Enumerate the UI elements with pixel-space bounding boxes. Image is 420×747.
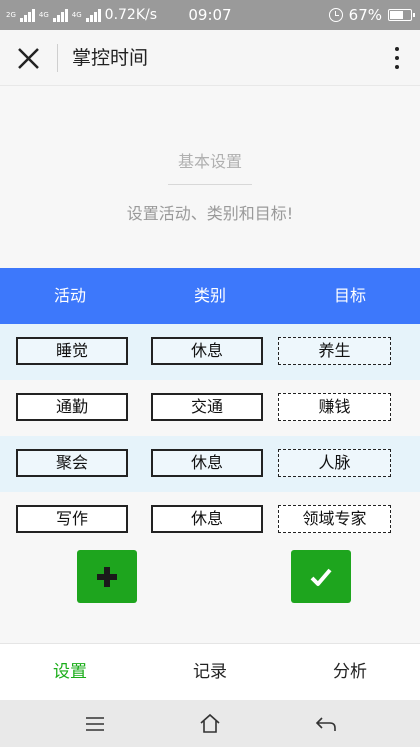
activity-field[interactable]: 通勤: [16, 393, 128, 421]
back-icon: [315, 717, 336, 731]
table-header: 活动 类别 目标: [0, 268, 420, 324]
close-icon: [18, 48, 39, 69]
status-right: 67%: [328, 0, 415, 30]
section-title: 基本设置: [177, 152, 242, 171]
activity-field[interactable]: 聚会: [16, 449, 128, 477]
main-content: 基本设置 设置活动、类别和目标! 活动 类别 目标 睡觉 休息 养生 通勤 交通…: [0, 86, 420, 643]
table-row: 睡觉 休息 养生: [0, 324, 420, 380]
tab-settings[interactable]: 设置: [0, 644, 140, 701]
table-row: 写作 休息 领域专家: [0, 492, 420, 548]
section-subtitle: 设置活动、类别和目标!: [126, 204, 294, 223]
battery-icon: [388, 9, 415, 21]
category-field[interactable]: 休息: [151, 337, 263, 365]
bottom-tab-bar: 设置 记录 分析: [0, 643, 420, 700]
add-row-button[interactable]: [77, 550, 137, 603]
goal-field[interactable]: 赚钱: [278, 393, 391, 421]
tab-analysis[interactable]: 分析: [280, 644, 420, 701]
category-field[interactable]: 交通: [151, 393, 263, 421]
header-category: 类别: [193, 286, 226, 305]
activity-field[interactable]: 睡觉: [16, 337, 128, 365]
activity-field[interactable]: 写作: [16, 505, 128, 533]
page-title: 掌控时间: [72, 47, 149, 69]
checkmark-icon: [310, 568, 332, 586]
system-nav-bar: [0, 700, 420, 747]
home-button[interactable]: [196, 710, 224, 738]
more-dots-icon: [395, 47, 399, 51]
menu-button[interactable]: [81, 710, 109, 738]
battery-percent: 67%: [348, 6, 382, 24]
more-options-button[interactable]: [388, 42, 406, 74]
tab-records[interactable]: 记录: [140, 644, 280, 701]
title-bar: 掌控时间: [0, 30, 420, 86]
table-row: 聚会 休息 人脉: [0, 436, 420, 492]
section-divider: [168, 184, 252, 185]
goal-field[interactable]: 领域专家: [278, 505, 391, 533]
header-activity: 活动: [53, 286, 86, 305]
table-row: 通勤 交通 赚钱: [0, 380, 420, 436]
alarm-clock-icon: [328, 8, 343, 22]
home-icon: [200, 713, 220, 733]
category-field[interactable]: 休息: [151, 449, 263, 477]
back-button[interactable]: [312, 710, 340, 738]
plus-icon: [97, 566, 117, 587]
confirm-button[interactable]: [291, 550, 351, 603]
goal-field[interactable]: 人脉: [278, 449, 391, 477]
menu-icon: [86, 717, 104, 731]
goal-field[interactable]: 养生: [278, 337, 391, 365]
status-bar: 2G 4G 4G 0.72K/s 09:07 67%: [0, 0, 420, 30]
title-divider: [57, 44, 58, 72]
header-goal: 目标: [333, 286, 366, 305]
category-field[interactable]: 休息: [151, 505, 263, 533]
close-button[interactable]: [10, 38, 48, 78]
